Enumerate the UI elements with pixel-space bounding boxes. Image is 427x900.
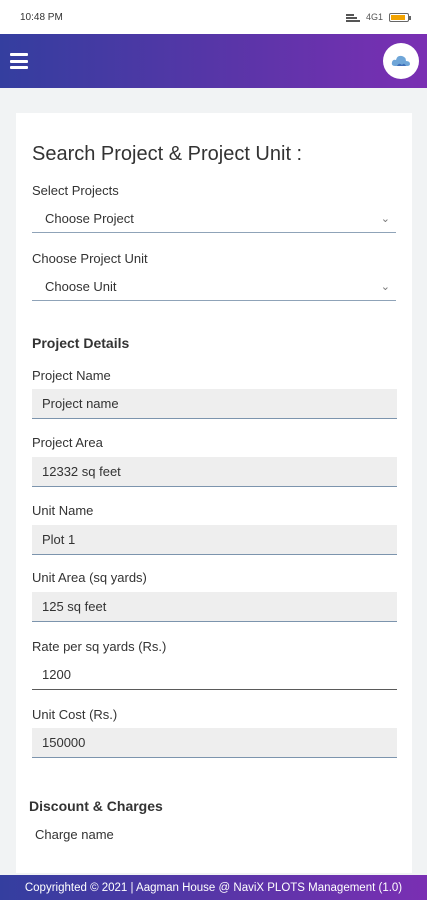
hamburger-menu-icon[interactable] [10,53,28,69]
unit-name-label: Unit Name [32,503,94,518]
project-area-label: Project Area [32,435,103,450]
choose-unit-label: Choose Project Unit [32,251,148,266]
project-name-field[interactable]: Project name [32,389,397,419]
chevron-down-icon: ⌄ [380,281,390,293]
unit-cost-label: Unit Cost (Rs.) [32,707,118,722]
project-area-field[interactable]: 12332 sq feet [32,457,397,487]
status-time: 10:48 PM [20,11,63,23]
project-select-value: Choose Project [45,211,134,226]
search-card: Search Project & Project Unit : Select P… [16,113,412,873]
battery-icon [389,12,411,22]
network-indicator: 4G1 [365,12,383,22]
unit-area-label: Unit Area (sq yards) [32,570,147,585]
discount-charges-title: Discount & Charges [29,798,163,814]
charge-name-label: Charge name [35,827,114,842]
rate-label: Rate per sq yards (Rs.) [32,639,167,654]
page-title: Search Project & Project Unit : [32,143,303,165]
signal-icon [345,13,360,22]
unit-area-field[interactable]: 125 sq feet [32,592,397,622]
unit-cost-field[interactable]: 150000 [32,728,397,758]
status-icons: 4G1 [345,12,411,22]
unit-select[interactable]: Choose Unit ⌄ [32,273,396,301]
footer: Copyrighted © 2021 | Aagman House @ Navi… [0,875,427,900]
chevron-down-icon: ⌄ [380,213,390,225]
project-name-label: Project Name [32,368,111,383]
select-projects-label: Select Projects [32,183,119,198]
battery-level-fill [391,14,405,20]
status-bar: 10:48 PM 4G1 [0,0,427,34]
cloud-logo-icon[interactable] [383,43,419,79]
rate-field[interactable]: 1200 [32,660,397,690]
project-select[interactable]: Choose Project ⌄ [32,205,396,233]
app-bar [0,34,427,88]
unit-select-value: Choose Unit [45,279,117,294]
unit-name-field[interactable]: Plot 1 [32,525,397,555]
project-details-title: Project Details [32,335,130,351]
